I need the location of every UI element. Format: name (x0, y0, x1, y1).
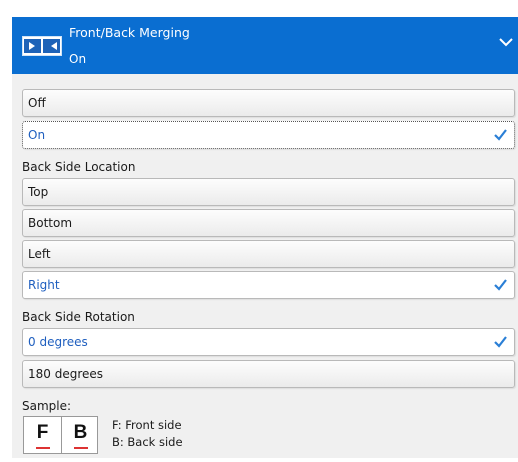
settings-panel: Off On Back Side Location Top Bottom Lef… (12, 74, 518, 458)
checkmark-icon (494, 129, 507, 141)
sample-label: Sample: (22, 399, 72, 413)
back-side-legend: B: Back side (112, 435, 183, 449)
option-bottom[interactable]: Bottom (22, 209, 515, 237)
header-current-value: On (69, 52, 87, 66)
option-label: 180 degrees (28, 367, 104, 381)
option-180-degrees[interactable]: 180 degrees (22, 360, 515, 388)
sample-preview: F B (23, 416, 98, 454)
front-back-merging-header[interactable]: Front/Back Merging On (12, 17, 518, 74)
option-label: Off (28, 96, 46, 110)
back-underline (74, 447, 88, 449)
option-right[interactable]: Right (22, 271, 515, 299)
option-label: Right (28, 278, 60, 292)
option-0-degrees[interactable]: 0 degrees (22, 328, 515, 356)
option-label: 0 degrees (28, 335, 88, 349)
checkmark-icon (494, 279, 507, 291)
option-label: Bottom (28, 216, 73, 230)
option-label: Top (28, 185, 49, 199)
option-label: Left (28, 247, 51, 261)
option-label: On (28, 128, 46, 142)
front-underline (36, 447, 50, 449)
option-off[interactable]: Off (22, 89, 515, 117)
option-left[interactable]: Left (22, 240, 515, 268)
front-back-merge-icon (22, 36, 62, 56)
back-side-rotation-label: Back Side Rotation (22, 310, 135, 324)
back-letter: B (73, 422, 88, 443)
option-on[interactable]: On (22, 121, 515, 149)
back-side-location-label: Back Side Location (22, 160, 136, 174)
front-letter: F (36, 422, 49, 443)
checkmark-icon (494, 336, 507, 348)
chevron-down-icon[interactable] (498, 36, 514, 48)
front-side-legend: F: Front side (112, 418, 182, 432)
option-top[interactable]: Top (22, 178, 515, 206)
header-title: Front/Back Merging (69, 25, 190, 40)
